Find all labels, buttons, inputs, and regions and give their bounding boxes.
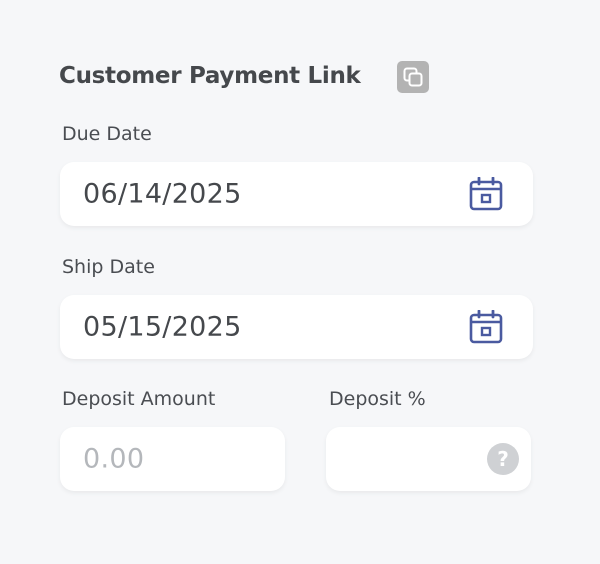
deposit-amount-label: Deposit Amount — [62, 388, 216, 410]
copy-link-button[interactable] — [397, 61, 429, 93]
ship-date-label: Ship Date — [62, 256, 155, 278]
due-date-value[interactable]: 06/14/2025 — [83, 179, 242, 210]
due-date-field[interactable]: 06/14/2025 — [60, 162, 533, 226]
deposit-percent-label: Deposit % — [329, 388, 426, 410]
help-glyph: ? — [497, 447, 509, 471]
form-header: Customer Payment Link — [59, 58, 361, 94]
copy-icon — [403, 67, 423, 87]
calendar-icon[interactable] — [469, 177, 503, 211]
help-icon[interactable]: ? — [487, 443, 519, 475]
deposit-amount-input[interactable]: 0.00 — [60, 427, 285, 491]
calendar-icon[interactable] — [469, 310, 503, 344]
page-title: Customer Payment Link — [59, 63, 361, 89]
deposit-amount-placeholder[interactable]: 0.00 — [83, 444, 144, 475]
ship-date-value[interactable]: 05/15/2025 — [83, 312, 242, 343]
deposit-percent-input[interactable]: ? — [326, 427, 531, 491]
ship-date-field[interactable]: 05/15/2025 — [60, 295, 533, 359]
due-date-label: Due Date — [62, 123, 152, 145]
